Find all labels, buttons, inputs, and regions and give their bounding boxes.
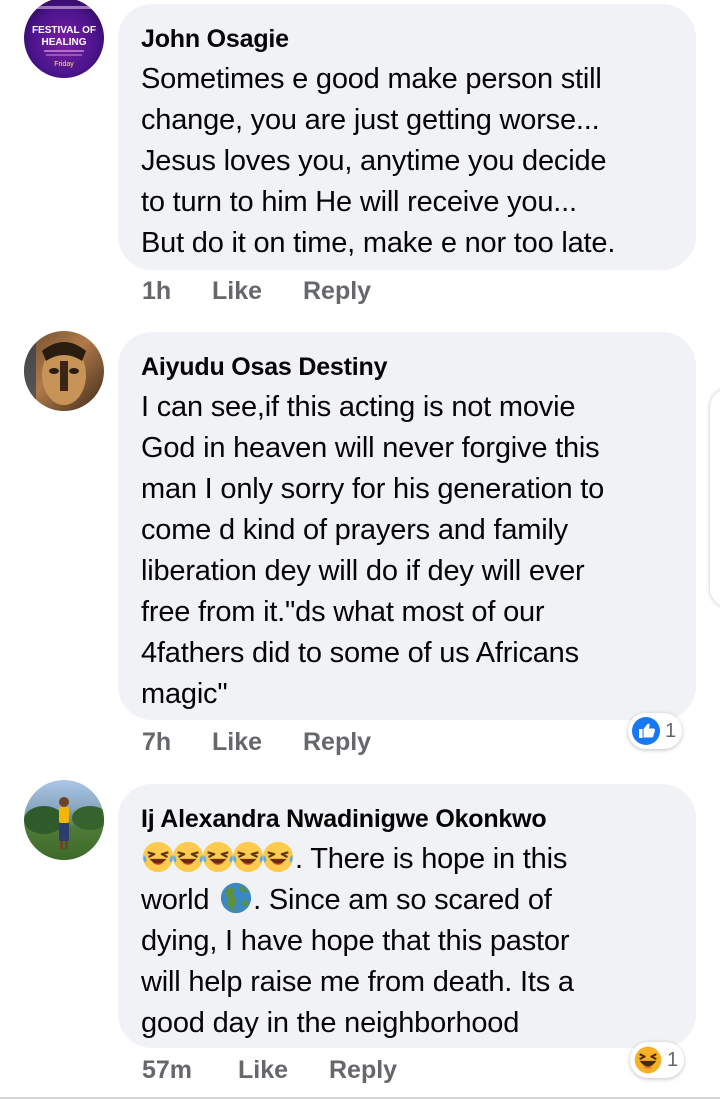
avatar-text-2: HEALING: [42, 37, 87, 48]
reply-button[interactable]: Reply: [329, 1056, 397, 1085]
comment-time[interactable]: 57m: [142, 1056, 192, 1085]
comment-text-line: good day in the neighborhood: [141, 1007, 520, 1039]
comment-text: Sometimes e good make person still chang…: [141, 59, 676, 264]
rofl-emoji-icon: [171, 840, 205, 874]
comment-text-line: world . Since am so scared of: [141, 880, 676, 921]
comment-text-fragment: . Since am so scared of: [253, 884, 552, 916]
comment-text-line: magic": [141, 678, 228, 710]
comment-text-line: man I only sorry for his generation to: [141, 473, 605, 505]
reaction-count: 1: [667, 1048, 679, 1071]
comment-text-line: Sometimes e good make person still: [141, 63, 602, 95]
reaction-summary[interactable]: 1: [630, 1042, 685, 1078]
avatar-text-3: Friday: [54, 61, 74, 68]
comment-text-line: come d kind of prayers and family: [141, 514, 568, 546]
globe-americas-icon: [219, 881, 253, 915]
like-thumb-icon: [632, 717, 660, 745]
comment-text-line: 4fathers did to some of us Africans: [141, 637, 579, 669]
comment-text: . There is hope in this world . Since am…: [141, 839, 676, 1044]
like-button[interactable]: Like: [238, 1056, 288, 1085]
avatar-image: [24, 797, 104, 849]
reaction-summary[interactable]: 1: [628, 713, 683, 749]
comment-text-line: liberation dey will do if dey will ever: [141, 555, 585, 587]
reaction-count: 1: [665, 719, 677, 742]
avatar-text-1: FESTIVAL OF: [32, 25, 96, 36]
comment-text-line: dying, I have hope that this pastor: [141, 925, 570, 957]
rofl-emoji-icon: [231, 840, 265, 874]
avatar[interactable]: [24, 780, 104, 860]
rofl-emoji-icon: [201, 840, 235, 874]
comment-text-line: to turn to him He will receive you...: [141, 186, 577, 218]
avatar[interactable]: [24, 331, 104, 411]
like-button[interactable]: Like: [212, 277, 262, 306]
comment-text-line: God in heaven will never forgive this: [141, 432, 600, 464]
comment-bubble[interactable]: Ij Alexandra Nwadinigwe Okonkwo . There …: [118, 784, 696, 1048]
comment-text-line: Jesus loves you, anytime you decide: [141, 145, 607, 177]
comment-text-fragment: . There is hope in this: [295, 843, 568, 875]
comment-time[interactable]: 7h: [142, 728, 171, 757]
avatar[interactable]: FESTIVAL OF HEALING Friday: [24, 0, 104, 78]
comment-author[interactable]: Ij Alexandra Nwadinigwe Okonkwo: [141, 804, 676, 834]
comment-text-line: But do it on time, make e nor too late.: [141, 227, 616, 259]
rofl-emoji-icon: [261, 840, 295, 874]
haha-emoji-icon: [634, 1046, 662, 1074]
comment-bubble[interactable]: John Osagie Sometimes e good make person…: [118, 4, 696, 270]
comment-text-line: change, you are just getting worse...: [141, 104, 600, 136]
reply-button[interactable]: Reply: [303, 277, 371, 306]
avatar-image: [24, 331, 86, 411]
comment-text-fragment: world: [141, 884, 210, 916]
comment-bubble[interactable]: Aiyudu Osas Destiny I can see,if this ac…: [118, 332, 696, 720]
comment-text-line: free from it."ds what most of our: [141, 596, 545, 628]
floating-panel-edge[interactable]: [710, 388, 720, 608]
comment-text-line: will help raise me from death. Its a: [141, 966, 574, 998]
comment-author[interactable]: John Osagie: [141, 24, 676, 54]
comment-author[interactable]: Aiyudu Osas Destiny: [141, 352, 676, 382]
reply-button[interactable]: Reply: [303, 728, 371, 757]
comment-text: I can see,if this acting is not movie Go…: [141, 387, 676, 715]
festival-poster-image: FESTIVAL OF HEALING Friday: [32, 6, 96, 68]
comment-text-line: . There is hope in this: [141, 839, 676, 880]
like-button[interactable]: Like: [212, 728, 262, 757]
rofl-emoji-icon: [141, 840, 175, 874]
comment-time[interactable]: 1h: [142, 277, 171, 306]
comment-text-line: I can see,if this acting is not movie: [141, 391, 576, 423]
